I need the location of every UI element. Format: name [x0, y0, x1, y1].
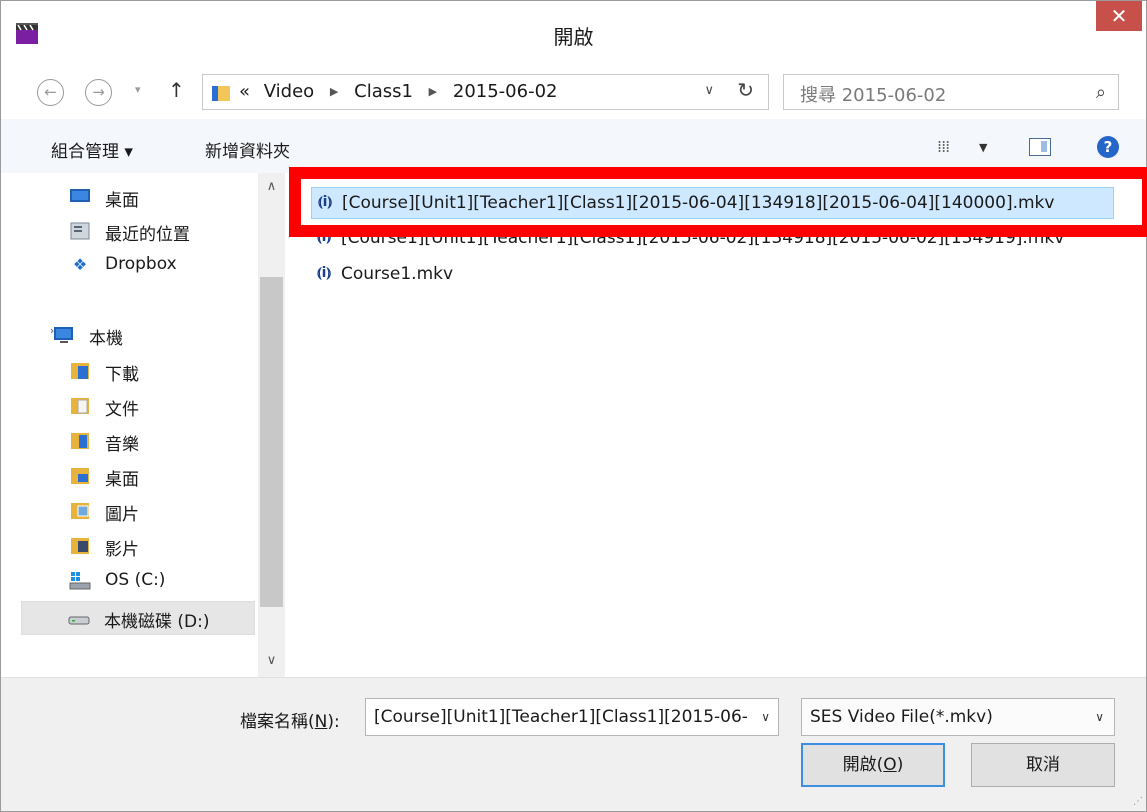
address-bar[interactable]: « Video ▶ Class1 ▶ 2015-06-02 ∨ ↻	[202, 74, 769, 110]
open-button[interactable]: 開啟(O)	[801, 743, 945, 787]
view-options-icon[interactable]: ⁞⁞⁞	[937, 137, 950, 156]
cancel-button[interactable]: 取消	[971, 743, 1115, 787]
sidebar-item-label: 影片	[105, 540, 139, 560]
dialog-title: 開啟	[553, 25, 594, 49]
pictures-folder-icon	[69, 501, 91, 521]
chevron-down-icon[interactable]: ∨	[761, 710, 770, 724]
open-file-dialog: 開啟 ✕ ← → ▾ ↑ « Video ▶ Class1 ▶ 2015-06-…	[0, 0, 1147, 812]
close-button[interactable]: ✕	[1096, 1, 1142, 31]
sidebar-item-pictures[interactable]: 圖片	[69, 495, 285, 529]
file-type-select[interactable]: SES Video File(*.mkv) ∨	[801, 698, 1115, 736]
documents-folder-icon	[69, 396, 91, 416]
help-icon[interactable]: ?	[1097, 136, 1119, 158]
sidebar-item-label: Dropbox	[105, 254, 177, 274]
sidebar-item-label: 音樂	[105, 435, 139, 455]
breadcrumb-video[interactable]: Video	[264, 81, 314, 102]
chevron-up-icon[interactable]: ∧	[258, 179, 285, 194]
chevron-down-icon[interactable]: ∨	[1095, 710, 1104, 724]
sidebar-item-downloads[interactable]: 下載	[69, 355, 285, 389]
file-type-value: SES Video File(*.mkv)	[810, 707, 993, 727]
media-file-icon: ⦅i⦆	[317, 229, 332, 245]
sidebar-item-videos[interactable]: 影片	[69, 530, 285, 564]
sidebar-item-music[interactable]: 音樂	[69, 425, 285, 459]
sidebar-item-label: 桌面	[105, 470, 139, 490]
breadcrumb: « Video ▶ Class1 ▶ 2015-06-02	[239, 81, 557, 102]
chevron-down-icon[interactable]: ∨	[258, 653, 285, 668]
scrollbar-thumb[interactable]	[260, 277, 283, 607]
file-name: Course1.mkv	[341, 264, 454, 284]
filename-label: 檔案名稱(N):	[240, 712, 340, 732]
sidebar-item-desktop-folder[interactable]: 桌面	[69, 460, 285, 494]
desktop-folder-icon	[69, 466, 91, 486]
resize-grip-icon[interactable]: ⋰	[1133, 796, 1143, 807]
sidebar-item-label: 本機	[89, 329, 123, 349]
sidebar-item-this-pc[interactable]: 本機	[50, 319, 285, 353]
desktop-icon	[69, 187, 91, 207]
music-folder-icon	[69, 431, 91, 451]
sidebar-item-label: OS (C:)	[105, 570, 166, 590]
file-row[interactable]: ⦅i⦆ [Course][Unit1][Teacher1][Class1][20…	[311, 187, 1114, 219]
sidebar-item-desktop[interactable]: 桌面	[69, 181, 285, 215]
sidebar-item-label: 最近的位置	[105, 225, 190, 245]
file-name: [Course1][Unit1][Teacher1][Class1][2015-…	[341, 228, 1065, 248]
os-drive-icon	[69, 571, 91, 591]
sidebar-item-label: 本機磁碟 (D:)	[104, 612, 210, 632]
dropbox-icon: ❖	[72, 255, 88, 274]
filename-value: [Course][Unit1][Teacher1][Class1][2015-0…	[374, 707, 749, 727]
back-arrow-icon[interactable]: ←	[37, 79, 64, 106]
filename-input[interactable]: [Course][Unit1][Teacher1][Class1][2015-0…	[365, 698, 779, 736]
recent-places-icon	[69, 221, 91, 241]
breadcrumb-class1[interactable]: Class1	[354, 81, 413, 102]
search-icon[interactable]: ⌕	[1096, 82, 1106, 103]
sidebar-item-recent-places[interactable]: 最近的位置	[69, 215, 285, 249]
chevron-down-icon[interactable]: ∨	[704, 83, 714, 98]
navigation-pane: 桌面 最近的位置 ❖ Dropbox 本機 下載 文件 音樂 桌面 圖片 影片 …	[1, 173, 285, 677]
recent-locations-dropdown-icon[interactable]: ▾	[135, 83, 141, 96]
videos-folder-icon	[69, 536, 91, 556]
new-folder-button[interactable]: 新增資料夾	[205, 137, 290, 162]
media-file-icon: ⦅i⦆	[318, 194, 333, 210]
organize-button[interactable]: 組合管理 ▾	[51, 137, 133, 162]
sidebar-item-label: 桌面	[105, 191, 139, 211]
refresh-icon[interactable]: ↻	[737, 78, 754, 102]
sidebar-item-label: 圖片	[105, 505, 139, 525]
preview-pane-icon[interactable]	[1029, 138, 1051, 156]
chevron-down-icon[interactable]: ▼	[979, 141, 987, 154]
search-placeholder: 搜尋 2015-06-02	[800, 85, 947, 106]
forward-arrow-icon[interactable]: →	[85, 79, 112, 106]
chevron-right-icon[interactable]: ▶	[429, 85, 437, 98]
sidebar-item-dropbox[interactable]: ❖ Dropbox	[69, 249, 285, 283]
file-list: ⦅i⦆ [Course][Unit1][Teacher1][Class1][20…	[285, 173, 1146, 677]
up-arrow-icon[interactable]: ↑	[168, 78, 185, 102]
sidebar-item-label: 文件	[105, 400, 139, 420]
breadcrumb-date-folder[interactable]: 2015-06-02	[453, 81, 558, 102]
local-disk-icon	[68, 608, 90, 628]
title-bar: 開啟 ✕	[1, 1, 1146, 65]
downloads-folder-icon	[69, 361, 91, 381]
file-row[interactable]: ⦅i⦆ [Course1][Unit1][Teacher1][Class1][2…	[311, 223, 1146, 255]
sidebar-scrollbar[interactable]: ∧ ∨	[258, 173, 285, 677]
sidebar-item-documents[interactable]: 文件	[69, 390, 285, 424]
sidebar-item-label: 下載	[105, 365, 139, 385]
chevron-right-icon[interactable]: ▶	[330, 85, 338, 98]
file-name: [Course][Unit1][Teacher1][Class1][2015-0…	[342, 193, 1055, 213]
file-row[interactable]: ⦅i⦆ Course1.mkv	[311, 259, 611, 291]
folder-icon	[212, 86, 230, 101]
search-input[interactable]: 搜尋 2015-06-02 ⌕	[783, 74, 1119, 110]
sidebar-item-local-disk-d[interactable]: 本機磁碟 (D:)	[21, 601, 255, 635]
dialog-footer: 檔案名稱(N): [Course][Unit1][Teacher1][Class…	[1, 677, 1146, 811]
sidebar-item-os-drive[interactable]: OS (C:)	[69, 565, 285, 599]
breadcrumb-overflow[interactable]: «	[239, 81, 250, 102]
computer-icon	[50, 325, 73, 345]
navigation-bar: ← → ▾ ↑ « Video ▶ Class1 ▶ 2015-06-02 ∨ …	[1, 65, 1146, 119]
command-toolbar: 組合管理 ▾ 新增資料夾 ⁞⁞⁞ ▼ ?	[1, 119, 1146, 173]
media-file-icon: ⦅i⦆	[317, 265, 332, 281]
